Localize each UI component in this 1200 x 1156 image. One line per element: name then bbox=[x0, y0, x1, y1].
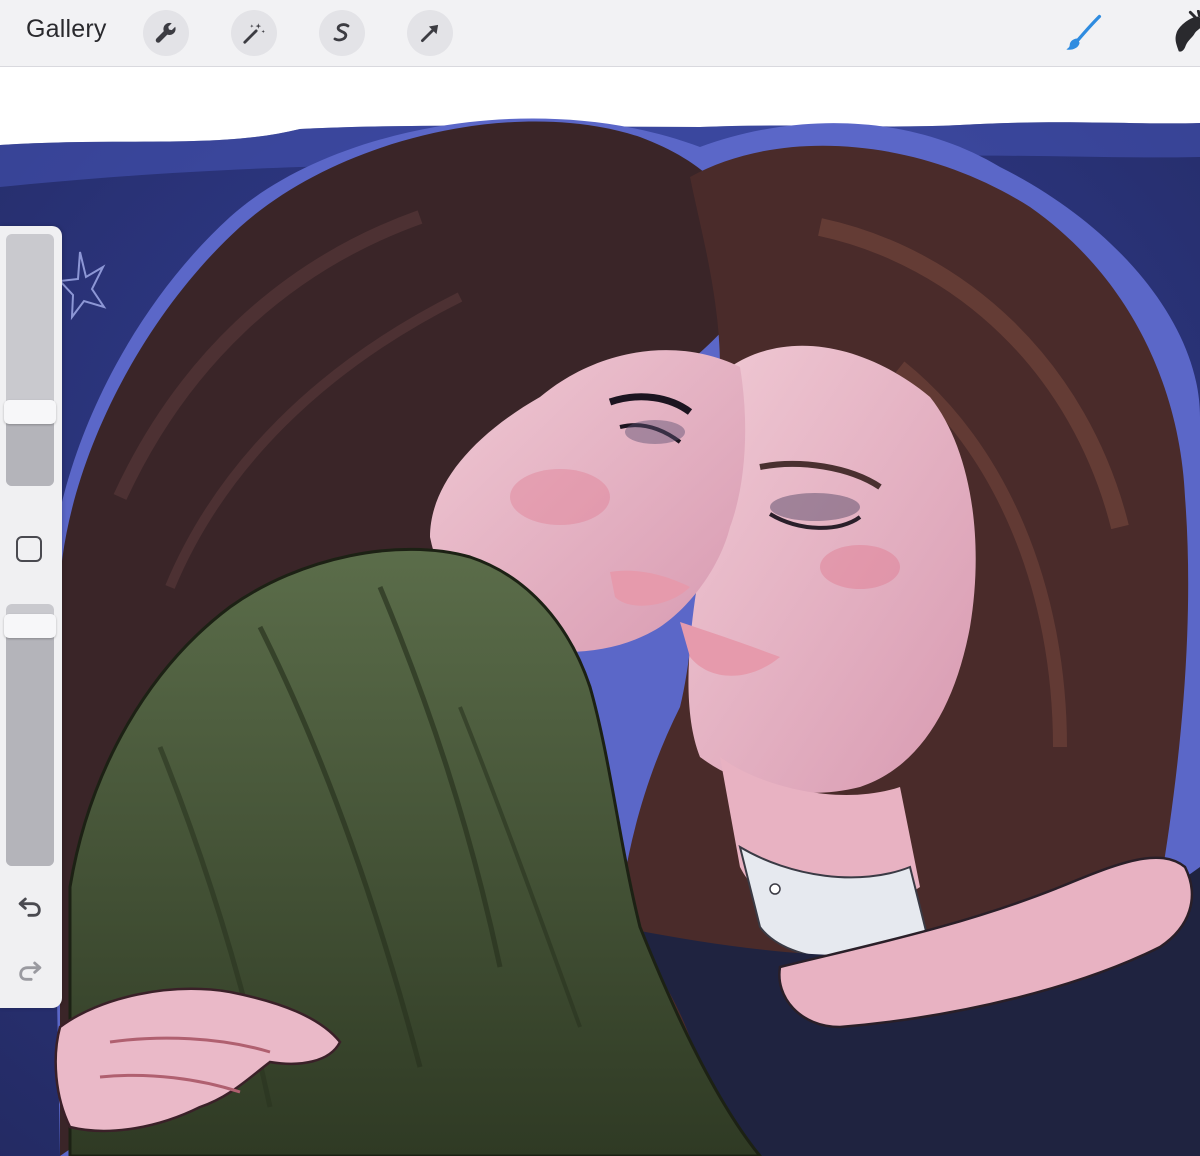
gallery-button[interactable]: Gallery bbox=[26, 15, 107, 44]
transform-button[interactable] bbox=[407, 10, 453, 56]
actions-button[interactable] bbox=[143, 10, 189, 56]
modify-button[interactable] bbox=[16, 536, 42, 562]
smudge-tool-button[interactable] bbox=[1163, 8, 1200, 58]
blush-right bbox=[820, 545, 900, 589]
artwork-illustration bbox=[0, 118, 1200, 1156]
brush-size-slider[interactable] bbox=[4, 234, 56, 486]
smudge-icon bbox=[1175, 10, 1200, 52]
side-bar bbox=[0, 226, 62, 1008]
brush-tool-button[interactable] bbox=[1059, 8, 1109, 58]
arrow-cursor-icon bbox=[421, 24, 439, 42]
brush-icon bbox=[1066, 14, 1102, 50]
top-toolbar: Gallery bbox=[0, 0, 1200, 67]
undo-icon bbox=[18, 897, 41, 917]
opacity-fill bbox=[6, 625, 54, 866]
redo-button[interactable] bbox=[14, 954, 46, 986]
procreate-app: Gallery bbox=[0, 0, 1200, 1156]
blush-left bbox=[510, 469, 610, 525]
undo-button[interactable] bbox=[14, 890, 46, 922]
left-eyeshadow bbox=[625, 420, 685, 444]
magic-wand-icon bbox=[243, 23, 265, 44]
selection-s-icon bbox=[333, 23, 350, 42]
adjustments-button[interactable] bbox=[231, 10, 277, 56]
brush-size-thumb[interactable] bbox=[4, 400, 56, 425]
opacity-thumb[interactable] bbox=[4, 613, 56, 638]
wrench-icon bbox=[155, 22, 176, 43]
redo-icon bbox=[19, 961, 42, 981]
collar-button bbox=[769, 883, 781, 895]
drawing-canvas[interactable] bbox=[0, 67, 1200, 1156]
eyeshadow bbox=[770, 493, 860, 521]
selection-button[interactable] bbox=[319, 10, 365, 56]
opacity-slider[interactable] bbox=[4, 604, 56, 866]
